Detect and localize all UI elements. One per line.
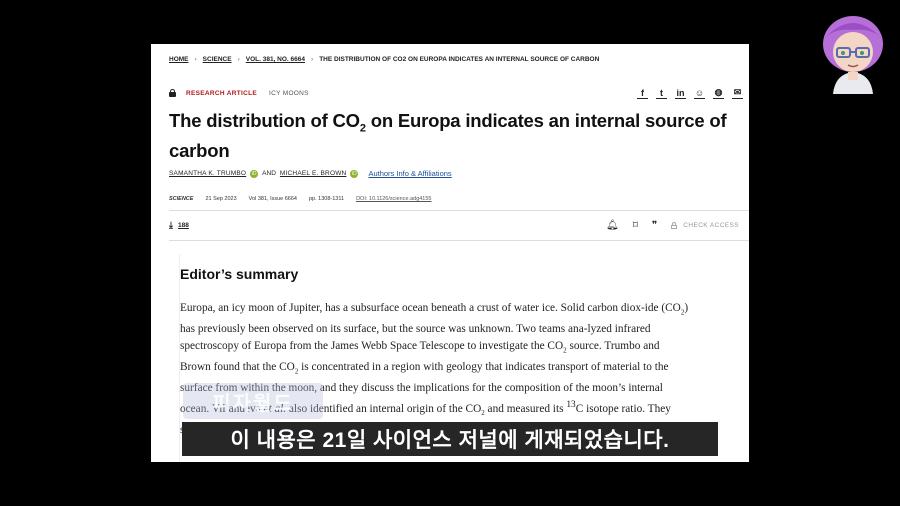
check-access-label: CHECK ACCESS [683, 221, 739, 229]
avatar [823, 16, 883, 94]
reddit-icon[interactable]: ☺ [694, 87, 705, 99]
summary-heading: Editor’s summary [180, 266, 299, 282]
chevron-right-icon: › [311, 56, 314, 63]
article-meta: SCIENCE 21 Sep 2023 Vol 381, Issue 6664 … [169, 196, 432, 202]
topic-label[interactable]: ICY MOONS [269, 90, 309, 97]
breadcrumb-volume[interactable]: VOL. 381, NO. 6664 [246, 56, 305, 63]
channel-watermark: 피자월드 [183, 383, 323, 419]
chevron-right-icon: › [237, 56, 240, 63]
orcid-icon[interactable]: iD [350, 169, 359, 178]
facebook-icon[interactable]: f [637, 87, 648, 99]
wechat-icon[interactable]: ◍ [713, 87, 724, 99]
author-line: SAMANTHA K. TRUMBO iD AND MICHAEL E. BRO… [169, 169, 452, 178]
orcid-icon[interactable]: iD [250, 169, 259, 178]
download-icon: ⤓ [169, 219, 173, 230]
breadcrumb-science[interactable]: SCIENCE [203, 56, 232, 63]
download-metrics[interactable]: ⤓ 188 [169, 220, 189, 231]
page-range: pp. 1308-1311 [308, 196, 345, 202]
breadcrumb: HOME › SCIENCE › VOL. 381, NO. 6664 › TH… [169, 56, 599, 63]
download-count: 188 [177, 221, 189, 229]
article-toolbar: ⤓ 188 🔔︎ ⌑ ❞ CHECK ACCESS [169, 218, 739, 232]
issue-info: Vol 381, Issue 6664 [248, 196, 297, 202]
authors-info-link[interactable]: Authors Info & Affiliations [368, 169, 451, 178]
bell-icon[interactable]: 🔔︎ [606, 220, 619, 231]
article-type-label: RESEARCH ARTICLE [186, 89, 258, 97]
bookmark-icon[interactable]: ⌑ [633, 220, 638, 231]
linkedin-icon[interactable]: in [675, 87, 686, 99]
article-header-row: RESEARCH ARTICLE ICY MOONS f t in ☺ ◍ ✉ [169, 86, 743, 100]
divider [169, 210, 749, 211]
share-icons: f t in ☺ ◍ ✉ [637, 87, 743, 99]
breadcrumb-home[interactable]: HOME [169, 56, 189, 63]
breadcrumb-current: THE DISTRIBUTION OF CO2 ON EUROPA INDICA… [319, 56, 600, 63]
video-subtitle: 이 내용은 21일 사이언스 저널에 게재되었습니다. [182, 422, 718, 456]
email-icon[interactable]: ✉ [732, 87, 743, 99]
quote-icon[interactable]: ❞ [652, 220, 657, 231]
lock-icon [671, 221, 678, 229]
chevron-right-icon: › [194, 56, 197, 63]
journal-name: SCIENCE [169, 196, 194, 202]
author-link[interactable]: MICHAEL E. BROWN [280, 170, 347, 177]
author-conjunction: AND [262, 170, 276, 177]
check-access-button[interactable]: CHECK ACCESS [671, 221, 739, 229]
lock-icon [169, 89, 176, 97]
doi-link[interactable]: DOI: 10.1126/science.adg4155 [356, 196, 431, 202]
twitter-icon[interactable]: t [656, 87, 667, 99]
article-title: The distribution of CO2 on Europa indica… [169, 110, 727, 161]
publish-date: 21 Sep 2023 [205, 196, 237, 202]
author-link[interactable]: SAMANTHA K. TRUMBO [169, 170, 246, 177]
divider [169, 240, 749, 241]
toolbar-actions: 🔔︎ ⌑ ❞ CHECK ACCESS [606, 220, 739, 231]
